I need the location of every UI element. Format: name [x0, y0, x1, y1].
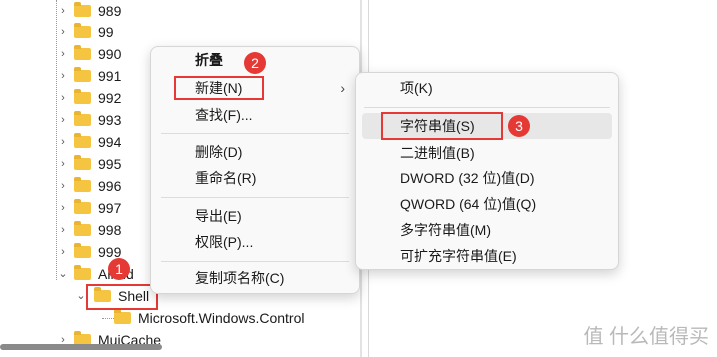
- tree-item[interactable]: › 99: [0, 21, 360, 43]
- folder-icon: [74, 199, 91, 214]
- folder-icon: [114, 309, 131, 324]
- folder-icon: [74, 23, 91, 38]
- tree-item[interactable]: › 989: [0, 0, 360, 22]
- step-badge-3: 3: [508, 115, 530, 137]
- submenu-item-label: 可扩充字符串值(E): [400, 248, 517, 264]
- tree-item-label: 991: [98, 68, 122, 84]
- menu-item-label: 重命名(R): [195, 170, 257, 186]
- folder-icon: [74, 221, 91, 236]
- folder-icon: [74, 67, 91, 82]
- tree-item-label: 99: [98, 24, 114, 40]
- tree-item-label: 990: [98, 46, 122, 62]
- chevron-right-icon[interactable]: ›: [56, 87, 70, 109]
- tree-item-label: 996: [98, 178, 122, 194]
- submenu-item-multi-string[interactable]: 多字符串值(M): [356, 217, 618, 243]
- folder-icon: [74, 133, 91, 148]
- new-submenu: 项(K) 字符串值(S) 二进制值(B) DWORD (32 位)值(D) QW…: [355, 72, 619, 270]
- submenu-item-label: 多字符串值(M): [400, 222, 491, 238]
- chevron-right-icon[interactable]: ›: [56, 241, 70, 263]
- submenu-item-label: 项(K): [400, 80, 433, 96]
- chevron-down-icon[interactable]: ⌄: [56, 263, 70, 285]
- menu-item-label: 复制项名称(C): [195, 270, 285, 286]
- annotation-box-new: [174, 76, 264, 100]
- submenu-item-key[interactable]: 项(K): [356, 75, 618, 101]
- horizontal-scrollbar[interactable]: [0, 344, 162, 350]
- submenu-item-dword[interactable]: DWORD (32 位)值(D): [356, 165, 618, 191]
- menu-item-permissions[interactable]: 权限(P)...: [151, 229, 359, 255]
- menu-item-label: 权限(P)...: [195, 234, 254, 250]
- chevron-right-icon[interactable]: ›: [56, 197, 70, 219]
- menu-item-label: 删除(D): [195, 144, 243, 160]
- menu-item-copy-key-name[interactable]: 复制项名称(C): [151, 265, 359, 291]
- menu-separator: [161, 197, 349, 198]
- menu-item-delete[interactable]: 删除(D): [151, 139, 359, 165]
- folder-icon: [74, 243, 91, 258]
- tree-item-label: 992: [98, 90, 122, 106]
- tree-item-label: Microsoft.Windows.Control: [138, 310, 305, 326]
- menu-separator: [161, 261, 349, 262]
- chevron-right-icon[interactable]: ›: [56, 109, 70, 131]
- folder-icon: [74, 2, 91, 17]
- tree-item-label: 997: [98, 200, 122, 216]
- chevron-right-icon[interactable]: ›: [56, 65, 70, 87]
- submenu-item-expand-string[interactable]: 可扩充字符串值(E): [356, 243, 618, 269]
- submenu-item-label: QWORD (64 位)值(Q): [400, 196, 537, 212]
- chevron-right-icon[interactable]: ›: [56, 43, 70, 65]
- tree-item-label: 998: [98, 222, 122, 238]
- menu-separator: [364, 107, 610, 108]
- menu-item-rename[interactable]: 重命名(R): [151, 165, 359, 191]
- tree-item-label: 994: [98, 134, 122, 150]
- menu-item-label: 导出(E): [195, 208, 242, 224]
- menu-item-export[interactable]: 导出(E): [151, 203, 359, 229]
- submenu-item-label: DWORD (32 位)值(D): [400, 170, 535, 186]
- chevron-right-icon[interactable]: ›: [56, 219, 70, 241]
- tree-item-label: 989: [98, 3, 122, 19]
- annotation-box-string: [381, 112, 503, 140]
- chevron-right-icon[interactable]: ›: [56, 131, 70, 153]
- tree-guide: [102, 318, 114, 319]
- annotation-box-shell: [86, 284, 158, 310]
- submenu-item-label: 二进制值(B): [400, 145, 475, 161]
- folder-icon: [74, 265, 91, 280]
- step-badge-2: 2: [244, 52, 266, 74]
- folder-icon: [74, 45, 91, 60]
- menu-item-label: 折叠: [195, 52, 223, 68]
- tree-item-label: 995: [98, 156, 122, 172]
- folder-icon: [74, 155, 91, 170]
- folder-icon: [74, 111, 91, 126]
- chevron-right-icon[interactable]: ›: [56, 153, 70, 175]
- menu-separator: [161, 133, 349, 134]
- submenu-item-qword[interactable]: QWORD (64 位)值(Q): [356, 191, 618, 217]
- tree-item-label: 993: [98, 112, 122, 128]
- folder-icon: [74, 89, 91, 104]
- menu-item-label: 查找(F)...: [195, 107, 253, 123]
- folder-icon: [74, 177, 91, 192]
- watermark: 值 什么值得买: [583, 326, 709, 348]
- tree-item-child[interactable]: Microsoft.Windows.Control: [0, 307, 360, 329]
- chevron-right-icon[interactable]: ›: [56, 0, 70, 22]
- submenu-item-binary[interactable]: 二进制值(B): [356, 140, 618, 166]
- chevron-right-icon[interactable]: ›: [56, 175, 70, 197]
- step-badge-1: 1: [108, 258, 130, 280]
- chevron-right-icon: ›: [340, 80, 345, 96]
- chevron-right-icon[interactable]: ›: [56, 21, 70, 43]
- menu-item-find[interactable]: 查找(F)...: [151, 102, 359, 128]
